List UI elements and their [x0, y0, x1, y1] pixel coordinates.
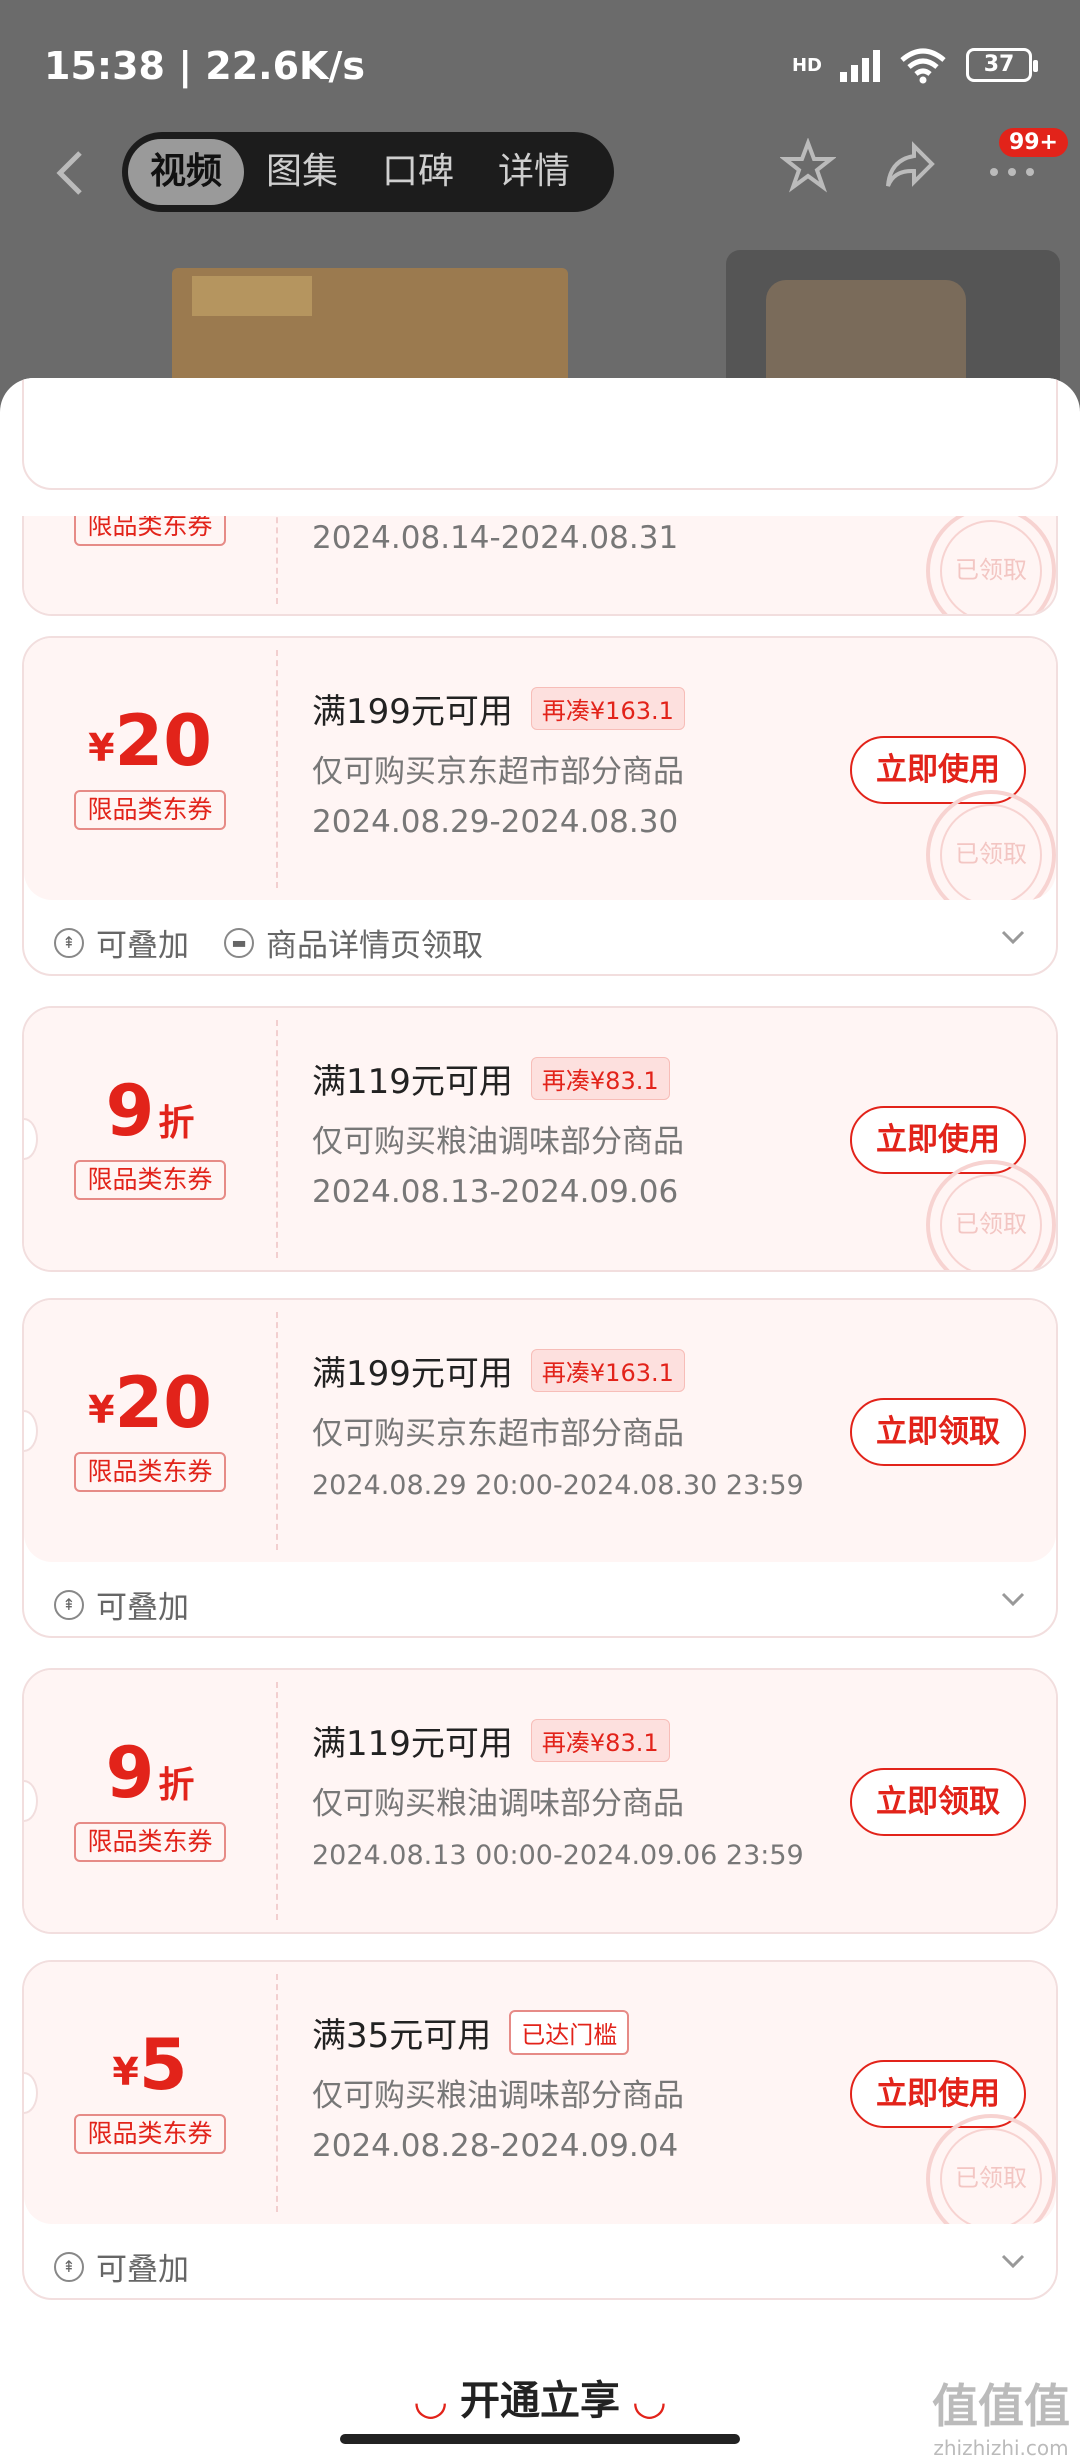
coupon-partial: 限品类东券 2024.08.14-2024.08.31 已领取: [24, 516, 1056, 614]
wifi-icon: [900, 48, 946, 84]
tab-reviews[interactable]: 口碑: [360, 139, 476, 205]
activate-benefit-button[interactable]: ◡ 开通立享 ◡: [0, 2368, 1080, 2426]
gap-badge: 再凑¥163.1: [530, 687, 685, 730]
coupon-condition: 满119元可用 再凑¥83.1: [312, 1054, 670, 1103]
signal-icon: [840, 48, 880, 82]
coupon-condition: 满35元可用 已达门槛: [312, 2008, 630, 2057]
coupon-card: 9折 限品类东券 满119元可用 再凑¥83.1 仅可购买粮油调味部分商品 202…: [22, 1668, 1058, 1934]
tab-video[interactable]: 视频: [128, 139, 245, 205]
coupon-footer[interactable]: ⇞ 可叠加: [24, 1562, 1056, 1636]
coupon-scope: 仅可购买京东超市部分商品: [312, 1416, 684, 1452]
coupon-body: 9折 限品类东券 满119元可用 再凑¥83.1 仅可购买粮油调味部分商品 202…: [24, 1008, 1056, 1270]
back-icon[interactable]: [50, 148, 90, 198]
message-badge: 99+: [998, 128, 1068, 157]
coupon-tag: 限品类东券: [74, 1822, 226, 1862]
coupon-scope: 仅可购买粮油调味部分商品: [312, 1786, 684, 1822]
claimed-stamp: 已领取: [926, 790, 1056, 900]
coupon-scope: 仅可购买京东超市部分商品: [312, 754, 684, 790]
coupon-date: 2024.08.14-2024.08.31: [312, 520, 679, 556]
gap-badge: 再凑¥83.1: [530, 1719, 670, 1762]
coupon-scope: 仅可购买粮油调味部分商品: [312, 1124, 684, 1160]
home-indicator[interactable]: [340, 2434, 740, 2444]
chevron-down-icon[interactable]: [1000, 2248, 1026, 2274]
coupon-card: ¥20 限品类东券 满199元可用 再凑¥163.1 仅可购买京东超市部分商品 2…: [22, 1298, 1058, 1638]
favorite-star-icon[interactable]: [780, 138, 836, 194]
coupon-amount: ¥5: [112, 2024, 188, 2106]
coupon-scope: 仅可购买粮油调味部分商品: [312, 2078, 684, 2114]
top-nav: 视频 图集 口碑 详情 99+: [0, 128, 1080, 218]
coupon-card: [22, 378, 1058, 490]
coupon-date: 2024.08.13 00:00-2024.09.06 23:59: [312, 1840, 804, 1871]
coupon-body: ¥20 限品类东券 满199元可用 再凑¥163.1 仅可购买京东超市部分商品 2…: [24, 1300, 1056, 1562]
coupon-tag: 限品类东券: [74, 2114, 226, 2154]
smile-mark-icon: ◡: [633, 2378, 665, 2424]
ticket-icon: ▬: [224, 927, 254, 958]
coupon-condition: 满119元可用 再凑¥83.1: [312, 1716, 670, 1765]
tab-gallery[interactable]: 图集: [244, 139, 360, 205]
hd-icon: HD: [791, 54, 822, 76]
coupon-condition: 满199元可用 再凑¥163.1: [312, 1346, 685, 1395]
coupon-amount: ¥20: [88, 1362, 212, 1444]
battery-icon: 37: [966, 48, 1038, 82]
coupon-date: 2024.08.29 20:00-2024.08.30 23:59: [312, 1470, 804, 1501]
coupon-card: ¥20 限品类东券 满199元可用 再凑¥163.1 仅可购买京东超市部分商品 2…: [22, 636, 1058, 976]
watermark: 值值值 zhizhizhi.com: [932, 2379, 1070, 2460]
share-icon[interactable]: [882, 138, 938, 194]
coupon-amount: ¥20: [88, 700, 212, 782]
coupon-tag: 限品类东券: [74, 1452, 226, 1492]
coupon-tag: 限品类东券: [74, 1160, 226, 1200]
stack-icon: ⇞: [54, 2251, 84, 2282]
coupon-footer[interactable]: ⇞ 可叠加 ▬ 商品详情页领取: [24, 900, 1056, 974]
stack-icon: ⇞: [54, 1589, 84, 1620]
claimed-stamp: 已领取: [926, 2114, 1056, 2224]
coupon-tag: 限品类东券: [74, 790, 226, 830]
coupon-body: ¥5 限品类东券 满35元可用 已达门槛 仅可购买粮油调味部分商品 2024.08…: [24, 1962, 1056, 2224]
status-bar: 15:38 | 22.6K/s HD 37: [0, 0, 1080, 130]
coupon-date: 2024.08.13-2024.09.06: [312, 1174, 679, 1210]
gap-badge: 再凑¥83.1: [530, 1057, 670, 1100]
chevron-down-icon[interactable]: [1000, 924, 1026, 950]
claimed-stamp: 已领取: [926, 1160, 1056, 1270]
tab-details[interactable]: 详情: [476, 139, 592, 205]
coupon-footer[interactable]: ⇞ 可叠加: [24, 2224, 1056, 2298]
coupon-card: ¥5 限品类东券 满35元可用 已达门槛 仅可购买粮油调味部分商品 2024.08…: [22, 1960, 1058, 2300]
coupon-date: 2024.08.28-2024.09.04: [312, 2128, 679, 2164]
status-icons: HD 37: [791, 46, 1038, 84]
coupon-card: 9折 限品类东券 满119元可用 再凑¥83.1 仅可购买粮油调味部分商品 202…: [22, 1006, 1058, 1272]
claim-now-button[interactable]: 立即领取: [850, 1398, 1026, 1466]
media-tabs: 视频 图集 口碑 详情: [122, 132, 614, 212]
coupon-tag: 限品类东券: [74, 516, 226, 546]
coupon-date: 2024.08.29-2024.08.30: [312, 804, 679, 840]
coupon-body: ¥20 限品类东券 满199元可用 再凑¥163.1 仅可购买京东超市部分商品 2…: [24, 638, 1056, 900]
status-time: 15:38 | 22.6K/s: [44, 44, 365, 88]
coupon-body: 9折 限品类东券 满119元可用 再凑¥83.1 仅可购买粮油调味部分商品 202…: [24, 1670, 1056, 1932]
coupon-amount: 9折: [105, 1070, 195, 1152]
smile-mark-icon: ◡: [415, 2378, 447, 2424]
stack-icon: ⇞: [54, 927, 84, 958]
claim-now-button[interactable]: 立即领取: [850, 1768, 1026, 1836]
coupon-condition: 满199元可用 再凑¥163.1: [312, 684, 685, 733]
chevron-down-icon[interactable]: [1000, 1586, 1026, 1612]
gap-badge: 再凑¥163.1: [530, 1349, 685, 1392]
coupon-amount: 9折: [105, 1732, 195, 1814]
threshold-met-badge: 已达门槛: [509, 2010, 630, 2055]
coupon-sheet: 优惠 限品类东券 2024.08.14-2024.08.31 已领取 ¥20 限…: [0, 378, 1080, 2460]
claimed-stamp: 已领取: [926, 516, 1056, 614]
